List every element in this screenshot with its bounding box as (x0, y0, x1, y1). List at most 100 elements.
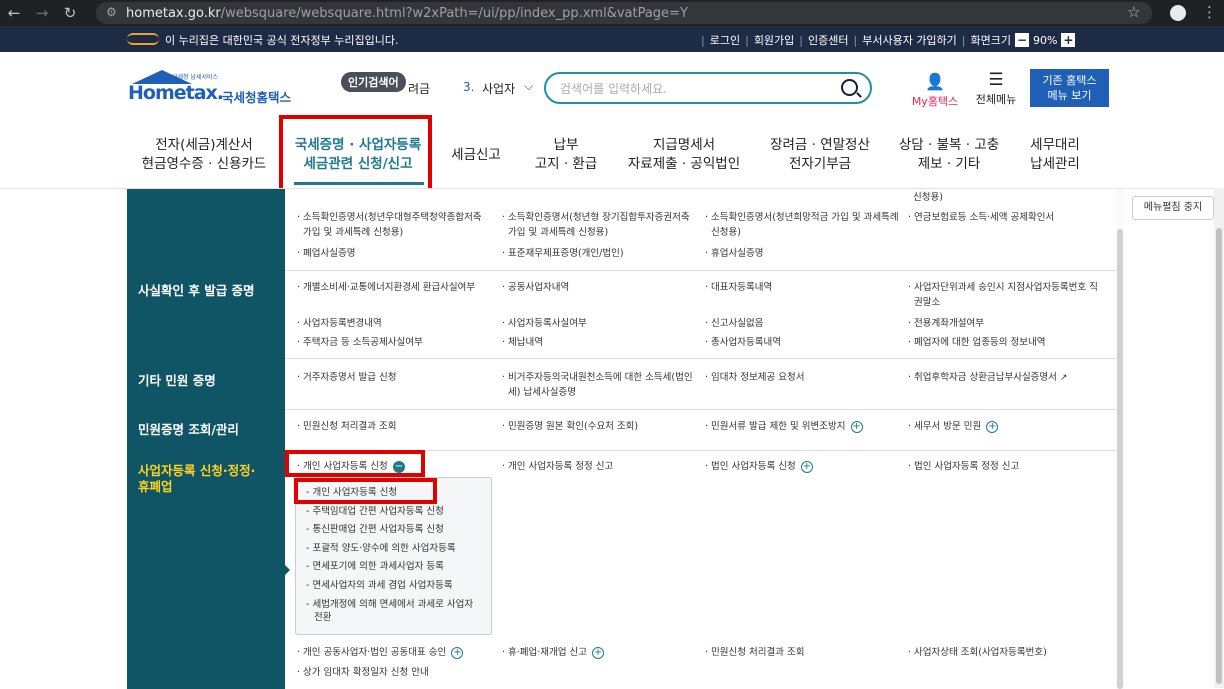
submenu-item[interactable]: - 주택임대업 간편 사업자등록 신청 (306, 505, 444, 518)
menu-link-text: · 민원서류 발급 제한 및 위변조방지 (705, 421, 846, 432)
egov-logo-icon (127, 33, 159, 45)
menu-link[interactable]: · 신고사실없음 (705, 316, 763, 331)
menu-link[interactable]: · 사업자등록변경내역 (297, 316, 382, 331)
menu-scrollbar[interactable] (1116, 189, 1124, 689)
all-menu-button[interactable]: ☰ 전체메뉴 (970, 72, 1022, 107)
address-bar[interactable]: ⚙ hometax.go.kr/websquare/websquare.html… (96, 2, 1152, 24)
menu-link[interactable]: · 사업자등록사실여부 (502, 316, 587, 331)
menu-link[interactable]: · 폐업자에 대한 업종등의 정보내역 (908, 335, 1045, 350)
popular-keyword[interactable]: 사업자 (482, 80, 515, 97)
menu-link[interactable]: · 체납내역 (502, 335, 543, 350)
menu-link[interactable]: · 취업후학자금 상환금납부사실증명서 ↗ (908, 370, 1067, 386)
menu-link[interactable]: · 개인 공동사업자·법인 공동대표 승인 + (297, 645, 464, 660)
category-etc[interactable]: 기타 민원 증명 (138, 373, 216, 389)
menu-link[interactable]: · 민원서류 발급 제한 및 위변조방지 + (705, 419, 863, 434)
browser-menu-icon[interactable]: ⋮ (1202, 3, 1217, 21)
row-divider (285, 450, 1117, 451)
nav-consult[interactable]: 상담 · 불복 · 고충 제보 · 기타 (894, 136, 1004, 174)
menu-link[interactable]: · 법인 사업자등록 신청 + (705, 459, 813, 474)
zoom-in-button[interactable]: + (1061, 33, 1076, 47)
expand-plus-icon[interactable]: + (451, 646, 464, 659)
menu-scrollbar-thumb[interactable] (1117, 229, 1123, 689)
menu-link[interactable]: · 사업자상태 조회(사업자등록번호) (908, 645, 1047, 660)
menu-link[interactable]: · 휴업사실증명 (705, 246, 763, 261)
menu-link[interactable]: · 비거주자등의국내원천소득에 대한 소득세(법인 세) 납세사실증명 (502, 370, 693, 400)
menu-link[interactable]: · 공동사업자내역 (502, 280, 569, 295)
submenu-item[interactable]: - 통신판매업 간편 사업자등록 신청 (306, 523, 444, 536)
profile-avatar-icon[interactable] (1170, 5, 1186, 21)
my-hometax-button[interactable]: 👤 My홈택스 (906, 72, 964, 109)
search-icon[interactable] (841, 79, 858, 96)
nav-payment[interactable]: 납부 고지 · 환급 (528, 136, 604, 174)
back-icon[interactable]: ← (0, 4, 28, 22)
submenu-item[interactable]: - 세법개정에 의해 면세에서 과세로 사업자 (306, 598, 473, 611)
nav-statements[interactable]: 지급명세서 자료제출 · 공익법인 (622, 136, 746, 174)
menu-link[interactable]: · 임대차 정보제공 요청서 (705, 370, 804, 385)
menu-link[interactable]: · 표준재무제표증명(개인/법인) (502, 246, 624, 261)
menu-link[interactable]: 신청용) (913, 190, 943, 205)
menu-link[interactable]: · 소득확인증명서(청년희망적금 가입 및 과세특례 신청용) (705, 210, 899, 240)
cert-center-link[interactable]: 인증센터 (808, 32, 848, 48)
expand-plus-icon[interactable]: + (850, 420, 863, 433)
chevron-down-icon[interactable]: ⌵ (524, 79, 533, 94)
forward-icon[interactable]: → (28, 4, 56, 22)
nav-line: 지급명세서 (652, 137, 716, 153)
menu-link[interactable]: · 민원증명 원본 확인(수요처 조회) (502, 419, 638, 434)
signup-link[interactable]: 회원가입 (754, 32, 794, 48)
menu-link[interactable]: · 연금보험료등 소득·세액 공제확인서 (908, 210, 1054, 225)
menu-link[interactable]: · 사업자단위과세 승인시 지점사업자등록번호 직 권말소 (908, 280, 1098, 310)
menu-link[interactable]: · 주택자금 등 소득공제사실여부 (297, 335, 423, 350)
stop-menu-expand-button[interactable]: 메뉴펼침 중지 (1132, 196, 1214, 220)
menu-link[interactable]: · 거주자증명서 발급 신청 (297, 370, 396, 385)
old-menu-button[interactable]: 기존 홈택스 메뉴 보기 (1030, 69, 1109, 107)
browser-toolbar: ← → ↻ ⚙ hometax.go.kr/websquare/websquar… (0, 0, 1224, 26)
collapse-minus-icon[interactable]: − (392, 460, 405, 473)
menu-link-text: · 개인 공동사업자·법인 공동대표 승인 (297, 647, 447, 658)
menu-link[interactable]: · 개인 사업자등록 정정 신고 (502, 459, 613, 474)
menu-link[interactable]: · 휴·폐업·재개업 신고 + (502, 645, 605, 660)
menu-link[interactable]: · 전용계좌개설여부 (908, 316, 984, 331)
nav-tax-agent[interactable]: 세무대리 납세관리 (1020, 136, 1090, 174)
page-scrollbar-thumb[interactable] (1216, 228, 1222, 684)
login-link[interactable]: 로그인 (710, 32, 740, 48)
dept-user-signup-link[interactable]: 부서사용자 가입하기 (862, 32, 957, 48)
menu-link[interactable]: · 법인 사업자등록 정정 신고 (908, 459, 1019, 474)
menu-link[interactable]: · 상가 임대차 확정일자 신청 안내 (297, 665, 429, 680)
category-fact[interactable]: 사실확인 후 발급 증명 (138, 283, 255, 299)
nav-certificate-business[interactable]: 국세증명 · 사업자등록 세금관련 신청/신고 (288, 136, 428, 174)
menu-link[interactable]: · 세무서 방문 민원 + (908, 419, 999, 434)
submenu-item-cont[interactable]: 전환 (314, 611, 331, 624)
category-business[interactable]: 사업자등록 신청·정정· 휴폐업 (138, 463, 255, 495)
search-input[interactable] (560, 79, 830, 99)
nav-incentive[interactable]: 장려금 · 연말정산 전자기부금 (764, 136, 876, 174)
nav-line: 납부 (553, 137, 579, 153)
nav-tax-filing[interactable]: 세금신고 (446, 146, 506, 165)
expand-plus-icon[interactable]: + (986, 420, 999, 433)
expand-plus-icon[interactable]: + (800, 460, 813, 473)
menu-link-individual-registration[interactable]: · 개인 사업자등록 신청 − (297, 459, 405, 474)
reload-icon[interactable]: ↻ (56, 4, 84, 22)
menu-link[interactable]: · 폐업사실증명 (297, 246, 355, 261)
site-info-icon[interactable]: ⚙ (106, 5, 117, 19)
menu-link[interactable]: · 민원신청 처리결과 조회 (705, 645, 804, 660)
menu-link[interactable]: · 개별소비세·교통에너지환경세 환급사실여부 (297, 280, 475, 295)
hometax-logo[interactable]: 국세청 납세서비스 Hometax. 국세청홈택스 (126, 70, 296, 105)
submenu-item[interactable]: - 개인 사업자등록 신청 (306, 486, 397, 499)
submenu-item[interactable]: - 포괄적 양도·양수에 의한 사업자등록 (306, 542, 456, 555)
zoom-level: 90% (1033, 33, 1058, 47)
menu-link[interactable]: · 민원신청 처리결과 조회 (297, 419, 396, 434)
menu-link[interactable]: · 소득확인증명서(청년우대형주택청약종합저축 가입 및 과세특례 신청용) (297, 210, 482, 240)
menu-link[interactable]: · 소득확인증명서(청년형 장기집합투자증권저축 가입 및 과세특례 신청용) (502, 210, 690, 240)
page-scrollbar[interactable] (1214, 188, 1224, 688)
menu-link[interactable]: · 총사업자등록내역 (705, 335, 781, 350)
nav-invoice[interactable]: 전자(세금)계산서 현금영수증 · 신용카드 (138, 136, 270, 174)
bookmark-star-icon[interactable]: ☆ (1127, 3, 1140, 21)
submenu-item[interactable]: - 면세포기에 의한 과세사업자 등록 (306, 560, 444, 573)
menu-link[interactable]: · 대표자등록내역 (705, 280, 772, 295)
submenu-item[interactable]: - 면세사업자의 과세 겸업 사업자등록 (306, 579, 453, 592)
expand-plus-icon[interactable]: + (592, 646, 605, 659)
popular-prefix[interactable]: 려금 (408, 80, 430, 97)
zoom-out-button[interactable]: − (1015, 33, 1029, 47)
row-divider (285, 270, 1117, 271)
category-inquiry[interactable]: 민원증명 조회/관리 (138, 422, 239, 438)
